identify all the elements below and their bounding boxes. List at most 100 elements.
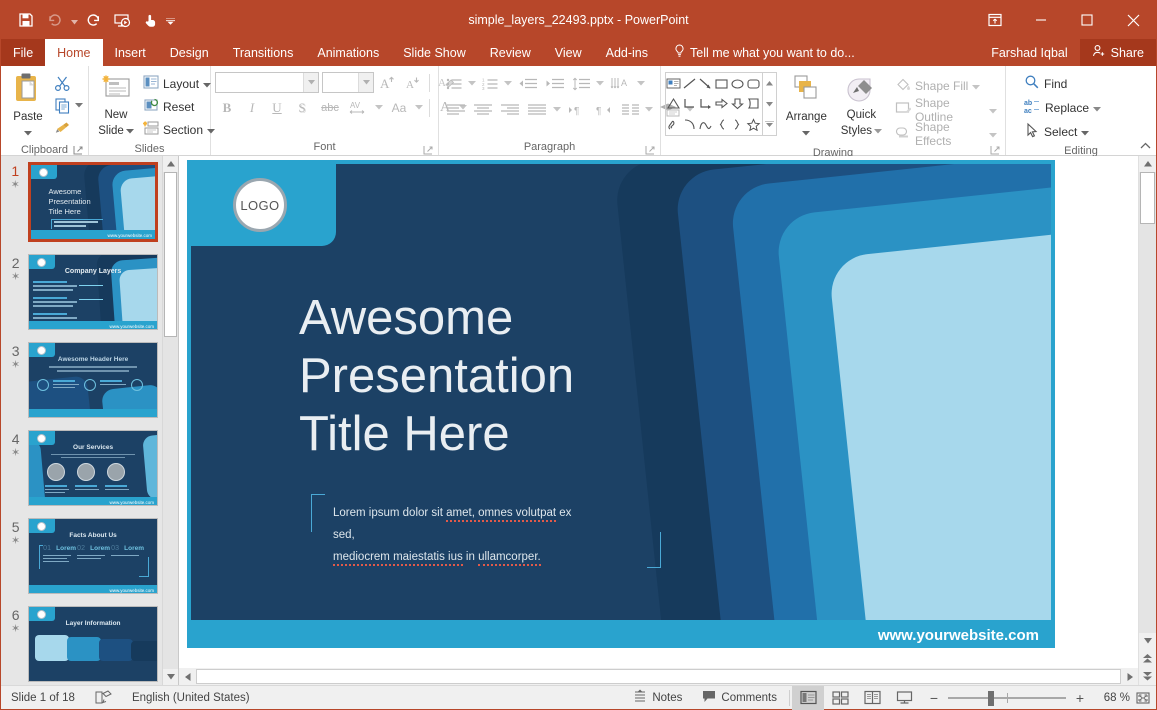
shape-rounded-rectangle[interactable] <box>746 73 762 94</box>
font-size-combo[interactable] <box>322 72 374 93</box>
slide-content[interactable]: LOGO Awesome Presentation Title Here Lor… <box>191 164 1051 620</box>
layout-button[interactable]: Layout <box>139 73 219 94</box>
text-direction-dropdown-icon[interactable] <box>635 81 647 86</box>
animation-star-icon-4[interactable]: ✶ <box>3 447 28 460</box>
tab-slide-show[interactable]: Slide Show <box>391 39 478 66</box>
drawing-dialog-launcher[interactable] <box>990 143 1001 154</box>
font-name-dropdown-icon[interactable] <box>303 73 318 92</box>
tell-me-search[interactable]: Tell me what you want to do... <box>660 39 865 66</box>
slide-vertical-scrollbar[interactable] <box>1138 156 1156 685</box>
vscroll-track[interactable] <box>1139 172 1156 633</box>
quick-styles-dropdown-icon[interactable] <box>874 121 882 139</box>
vscroll-thumb[interactable] <box>1140 172 1155 224</box>
tab-view[interactable]: View <box>543 39 594 66</box>
justify-dropdown-icon[interactable] <box>551 107 563 112</box>
bullets-button[interactable] <box>443 73 465 94</box>
change-case-dropdown-icon[interactable] <box>413 105 425 110</box>
align-right-button[interactable] <box>497 99 523 120</box>
decrease-font-size-button[interactable]: A <box>402 72 424 93</box>
increase-font-size-button[interactable]: A <box>377 72 399 93</box>
character-spacing-dropdown-icon[interactable] <box>373 105 385 110</box>
shape-elbow-connector[interactable] <box>682 94 698 115</box>
slide-subtitle-placeholder[interactable]: Lorem ipsum dolor sit amet, omnes volutp… <box>311 494 606 552</box>
hscroll-right-icon[interactable] <box>1121 668 1138 685</box>
shape-line[interactable] <box>682 73 698 94</box>
thumb-preview-2[interactable]: Company Layers www.yourwebsite.com <box>28 254 158 330</box>
slide-thumbnail-6[interactable]: 6 ✶ Layer Information <box>1 606 162 682</box>
tab-file[interactable]: File <box>1 39 45 66</box>
increase-indent-button[interactable] <box>542 73 568 94</box>
shape-fill-dropdown-icon[interactable] <box>972 79 980 93</box>
center-button[interactable] <box>470 99 496 120</box>
columns-dropdown-icon[interactable] <box>643 107 655 112</box>
decrease-indent-button[interactable] <box>515 73 541 94</box>
close-icon[interactable] <box>1110 1 1156 39</box>
underline-button[interactable]: U <box>265 97 289 118</box>
thumb-preview-3[interactable]: Awesome Header Here <box>28 342 158 418</box>
horizontal-scrollbar[interactable] <box>179 668 1138 685</box>
view-normal-button[interactable] <box>792 686 824 710</box>
replace-dropdown-icon[interactable] <box>1093 101 1101 115</box>
arrange-dropdown-icon[interactable] <box>802 123 810 141</box>
bold-button[interactable]: B <box>215 97 239 118</box>
thumbnail-scroll-track[interactable] <box>163 172 178 669</box>
ltr-direction-button[interactable]: ¶ <box>564 99 590 120</box>
shape-oval[interactable] <box>730 73 746 94</box>
reset-button[interactable]: Reset <box>139 96 219 117</box>
select-dropdown-icon[interactable] <box>1081 125 1089 139</box>
shapes-gallery-scrollbar[interactable] <box>762 73 776 135</box>
shape-effects-button[interactable]: Shape Effects <box>891 123 1001 144</box>
copy-button[interactable] <box>51 95 73 116</box>
font-name-combo[interactable] <box>215 72 319 93</box>
shape-down-arrow[interactable] <box>730 94 746 115</box>
layer-shape-light[interactable] <box>828 212 1051 620</box>
undo-icon[interactable] <box>41 7 67 33</box>
select-button[interactable]: Select <box>1020 121 1093 142</box>
shape-fill-button[interactable]: Shape Fill <box>891 75 1001 96</box>
animation-star-icon-1[interactable]: ✶ <box>3 179 28 192</box>
text-shadow-button[interactable]: S <box>290 97 314 118</box>
spell-check-icon[interactable] <box>85 686 122 710</box>
comments-button[interactable]: Comments <box>692 686 787 710</box>
find-button[interactable]: Find <box>1020 73 1071 94</box>
shape-arc[interactable] <box>682 114 698 135</box>
paste-dropdown-icon[interactable] <box>24 123 32 141</box>
italic-button[interactable]: I <box>240 97 264 118</box>
layout-dropdown-icon[interactable] <box>203 77 211 91</box>
thumbnail-scroll-up-icon[interactable] <box>163 156 178 172</box>
redo-icon[interactable] <box>81 7 107 33</box>
font-size-dropdown-icon[interactable] <box>358 73 373 92</box>
quick-styles-button[interactable]: Quick Styles <box>836 72 887 139</box>
tab-design[interactable]: Design <box>158 39 221 66</box>
cut-button[interactable] <box>51 73 73 94</box>
animation-star-icon-5[interactable]: ✶ <box>3 535 28 548</box>
strikethrough-button[interactable]: abc <box>315 97 345 118</box>
tab-review[interactable]: Review <box>478 39 543 66</box>
vscroll-down-icon[interactable] <box>1139 633 1156 649</box>
slide-title-placeholder[interactable]: Awesome Presentation Title Here <box>299 289 719 463</box>
character-spacing-button[interactable]: AV <box>346 97 372 118</box>
shape-line-arrow[interactable] <box>698 73 714 94</box>
text-direction-button[interactable]: A <box>608 73 634 94</box>
thumbnail-pane-scrollbar[interactable] <box>162 156 178 685</box>
tab-insert[interactable]: Insert <box>103 39 158 66</box>
new-slide-dropdown-icon[interactable] <box>126 121 134 139</box>
shapes-scroll-down-icon[interactable] <box>763 94 776 115</box>
save-icon[interactable] <box>13 7 39 33</box>
rtl-direction-button[interactable]: ¶ <box>591 99 617 120</box>
shape-star[interactable] <box>746 114 762 135</box>
view-reading-button[interactable] <box>856 686 888 710</box>
slide-thumbnail-4[interactable]: 4 ✶ Our Services <box>1 430 162 506</box>
share-button[interactable]: Share <box>1080 39 1156 66</box>
zoom-percent-label[interactable]: 68 % <box>1094 692 1130 704</box>
paragraph-dialog-launcher[interactable] <box>645 143 656 154</box>
logo-placeholder[interactable]: LOGO <box>233 178 287 232</box>
zoom-slider[interactable] <box>948 688 1066 708</box>
clipboard-dialog-launcher[interactable] <box>73 143 84 154</box>
thumbnail-scroll-down-icon[interactable] <box>163 669 178 685</box>
notes-button[interactable]: Notes <box>623 686 692 710</box>
shape-effects-dropdown-icon[interactable] <box>989 127 997 141</box>
shapes-gallery[interactable] <box>665 72 777 136</box>
paste-button[interactable]: Paste <box>5 70 51 141</box>
shapes-scroll-up-icon[interactable] <box>763 73 776 94</box>
